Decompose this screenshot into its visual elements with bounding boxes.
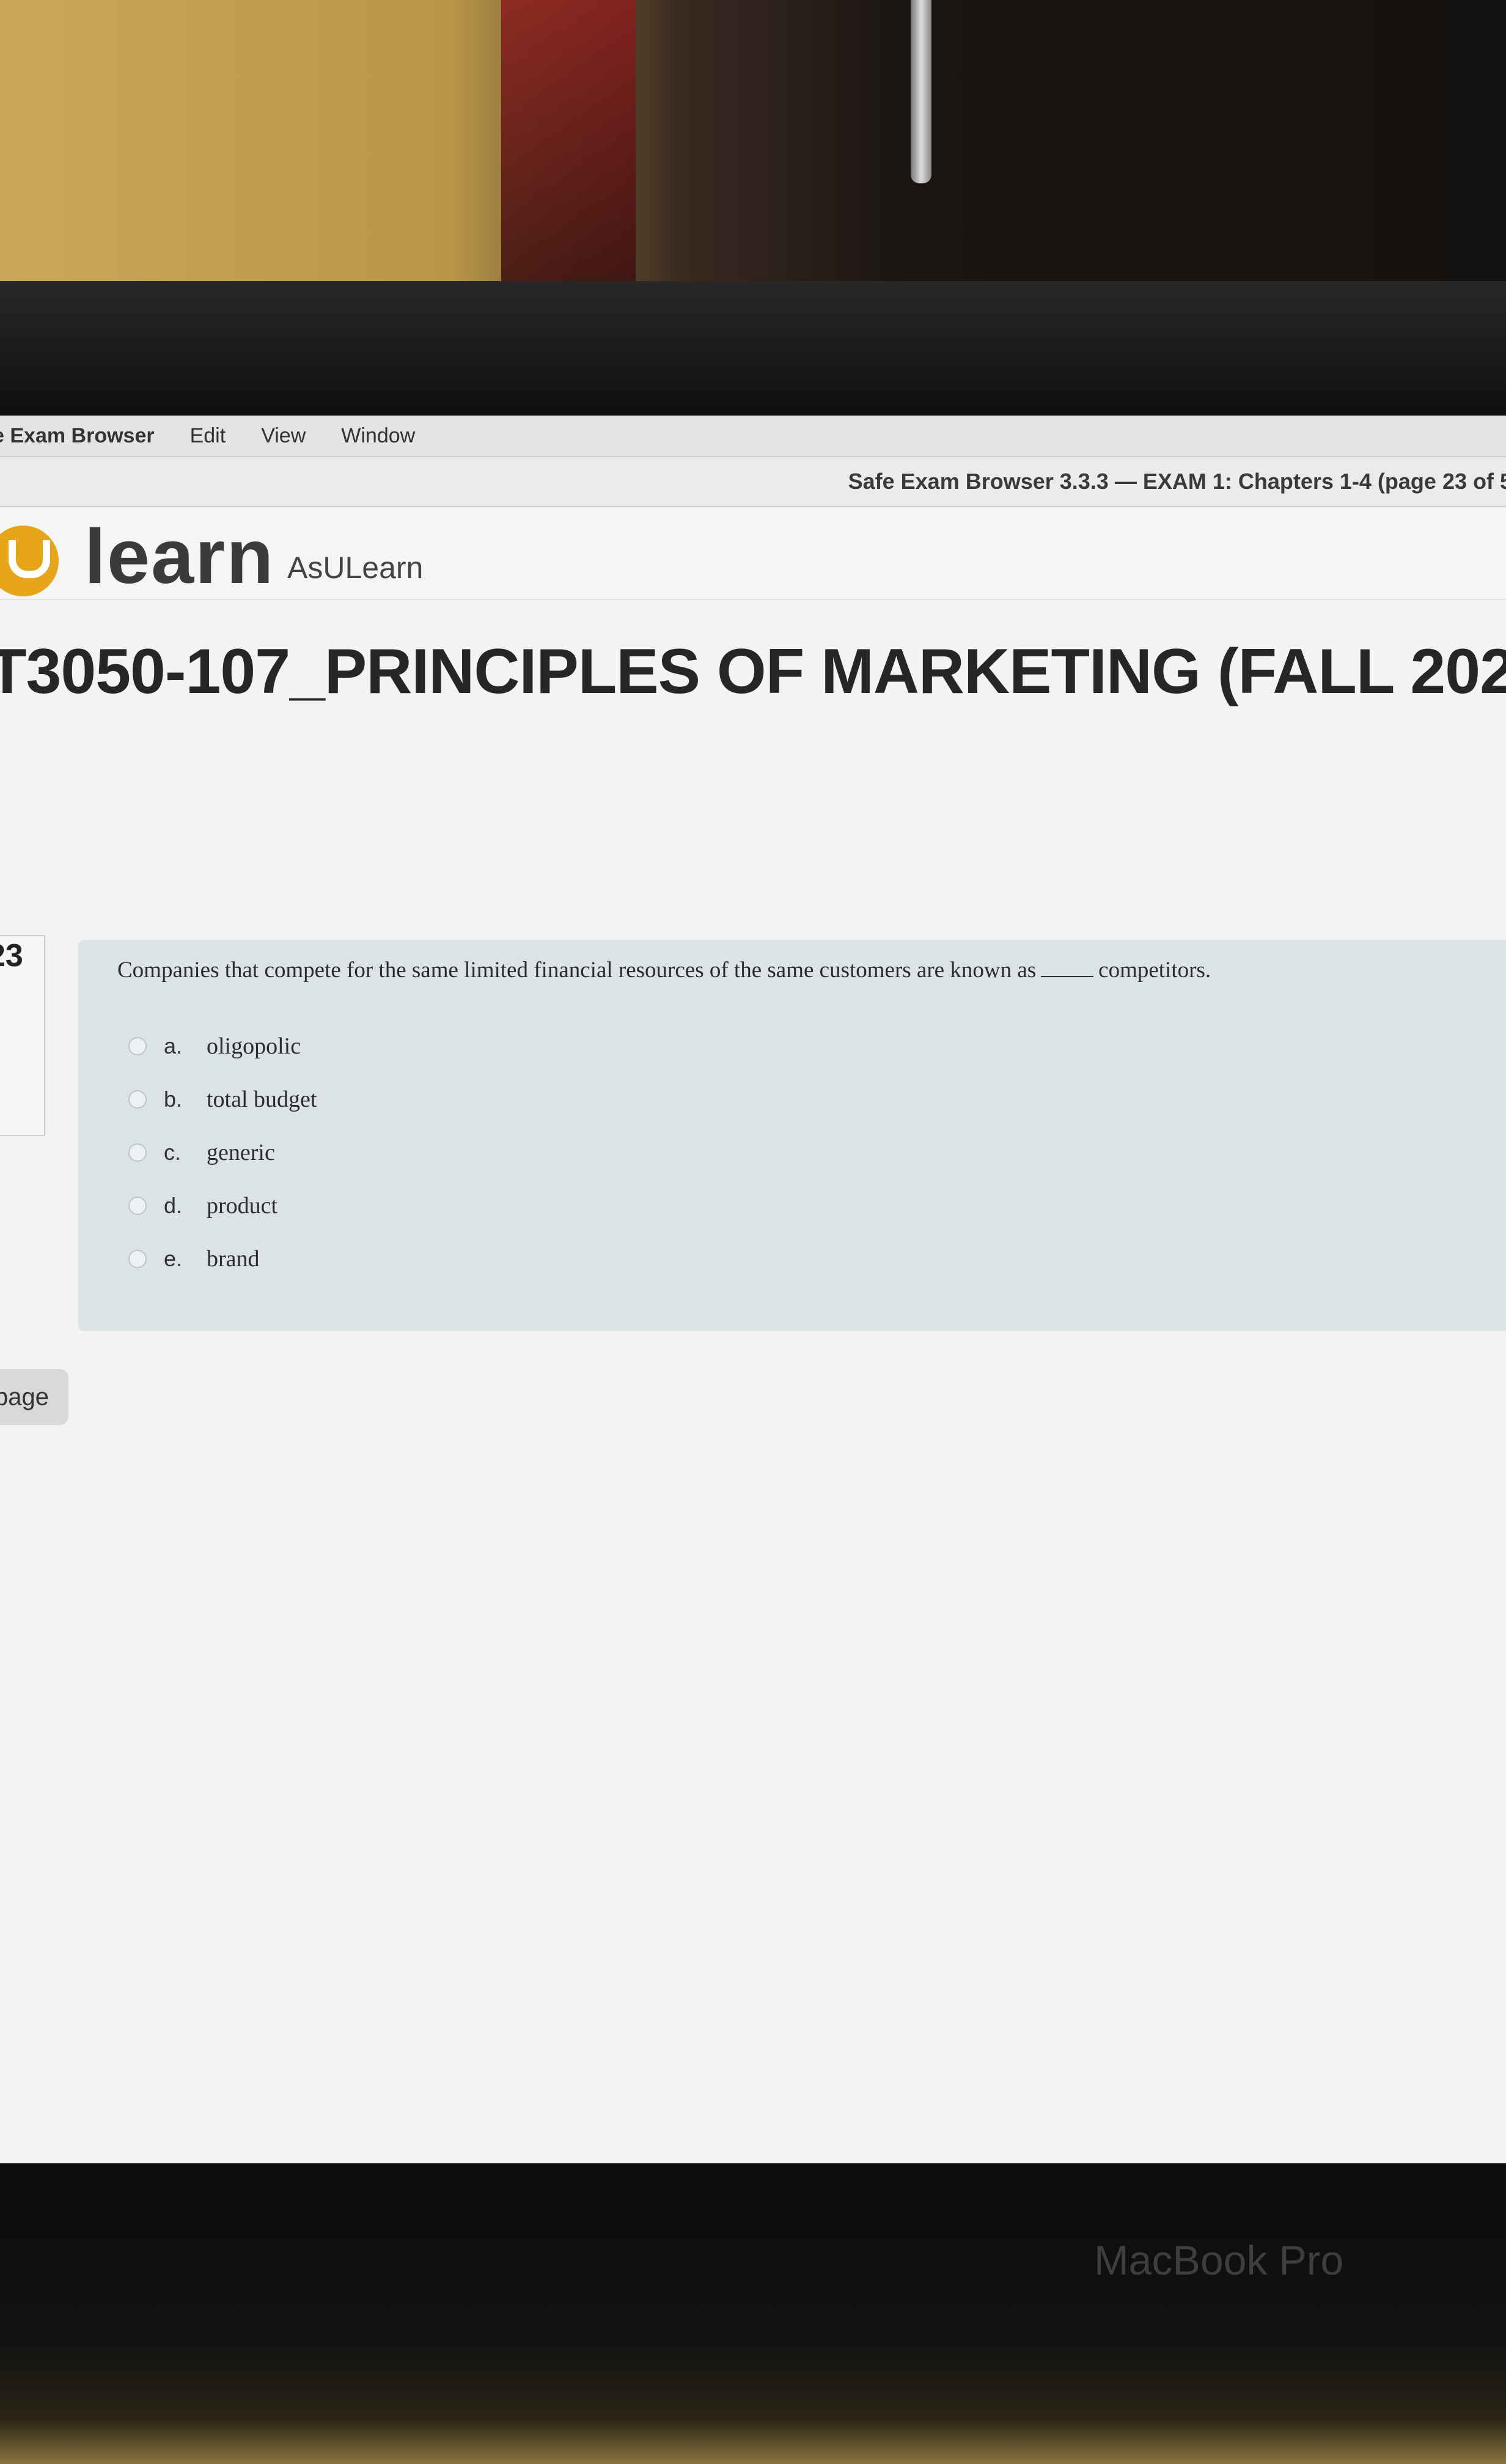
- radio-button[interactable]: [128, 1036, 147, 1055]
- menu-app-name[interactable]: e Exam Browser: [0, 424, 155, 448]
- photo-background-red-object: [501, 0, 636, 287]
- answer-option-e[interactable]: e. brand: [128, 1232, 317, 1285]
- asulearn-logo-icon[interactable]: [0, 526, 59, 596]
- window-title: Safe Exam Browser 3.3.3 — EXAM 1: Chapte…: [848, 469, 1506, 494]
- answer-text[interactable]: product: [207, 1192, 277, 1219]
- menu-window[interactable]: Window: [341, 424, 415, 448]
- photo-background-cable: [911, 0, 931, 183]
- site-header: learn AsULearn: [0, 507, 1506, 600]
- answer-option-c[interactable]: c. generic: [128, 1126, 317, 1179]
- laptop-bezel-top: [0, 281, 1506, 422]
- site-name[interactable]: AsULearn: [287, 550, 423, 585]
- photo-background: [0, 0, 1506, 287]
- question-text: Companies that compete for the same limi…: [117, 957, 1493, 983]
- answer-letter: b.: [164, 1086, 183, 1112]
- device-label: MacBook Pro: [1094, 2237, 1344, 2284]
- answer-blank: [1041, 976, 1094, 977]
- answer-list: a. oligopolic b. total budget c. generic…: [128, 1019, 317, 1285]
- laptop-screen: e Exam Browser Edit View Window Safe Exa…: [0, 416, 1506, 2163]
- answer-text[interactable]: generic: [207, 1139, 275, 1166]
- course-title: T3050-107_PRINCIPLES OF MARKETING (FALL …: [0, 636, 1506, 707]
- window-title-bar: Safe Exam Browser 3.3.3 — EXAM 1: Chapte…: [0, 457, 1506, 507]
- answer-option-a[interactable]: a. oligopolic: [128, 1019, 317, 1072]
- answer-option-b[interactable]: b. total budget: [128, 1072, 317, 1126]
- radio-button[interactable]: [128, 1196, 147, 1215]
- answer-option-d[interactable]: d. product: [128, 1179, 317, 1232]
- menu-edit[interactable]: Edit: [190, 424, 226, 448]
- question-text-before: Companies that compete for the same limi…: [117, 958, 1037, 983]
- laptop-bezel-bottom: [0, 2163, 1506, 2464]
- radio-button[interactable]: [128, 1090, 147, 1109]
- answer-letter: e.: [164, 1245, 183, 1271]
- question-text-after: competitors.: [1098, 958, 1211, 983]
- menu-view[interactable]: View: [261, 424, 306, 448]
- logo-text[interactable]: learn: [84, 517, 274, 596]
- answer-text[interactable]: brand: [207, 1245, 260, 1272]
- answer-letter: d.: [164, 1192, 183, 1218]
- menu-bar: e Exam Browser Edit View Window: [0, 416, 1506, 457]
- answer-text[interactable]: oligopolic: [207, 1033, 301, 1060]
- radio-button[interactable]: [128, 1143, 147, 1162]
- question-number: 23: [0, 938, 23, 974]
- page-nav-button[interactable]: page: [0, 1369, 68, 1425]
- answer-text[interactable]: total budget: [207, 1086, 317, 1113]
- radio-button[interactable]: [128, 1249, 147, 1268]
- answer-letter: a.: [164, 1033, 183, 1058]
- answer-letter: c.: [164, 1139, 182, 1165]
- question-card: Companies that compete for the same limi…: [78, 940, 1506, 1331]
